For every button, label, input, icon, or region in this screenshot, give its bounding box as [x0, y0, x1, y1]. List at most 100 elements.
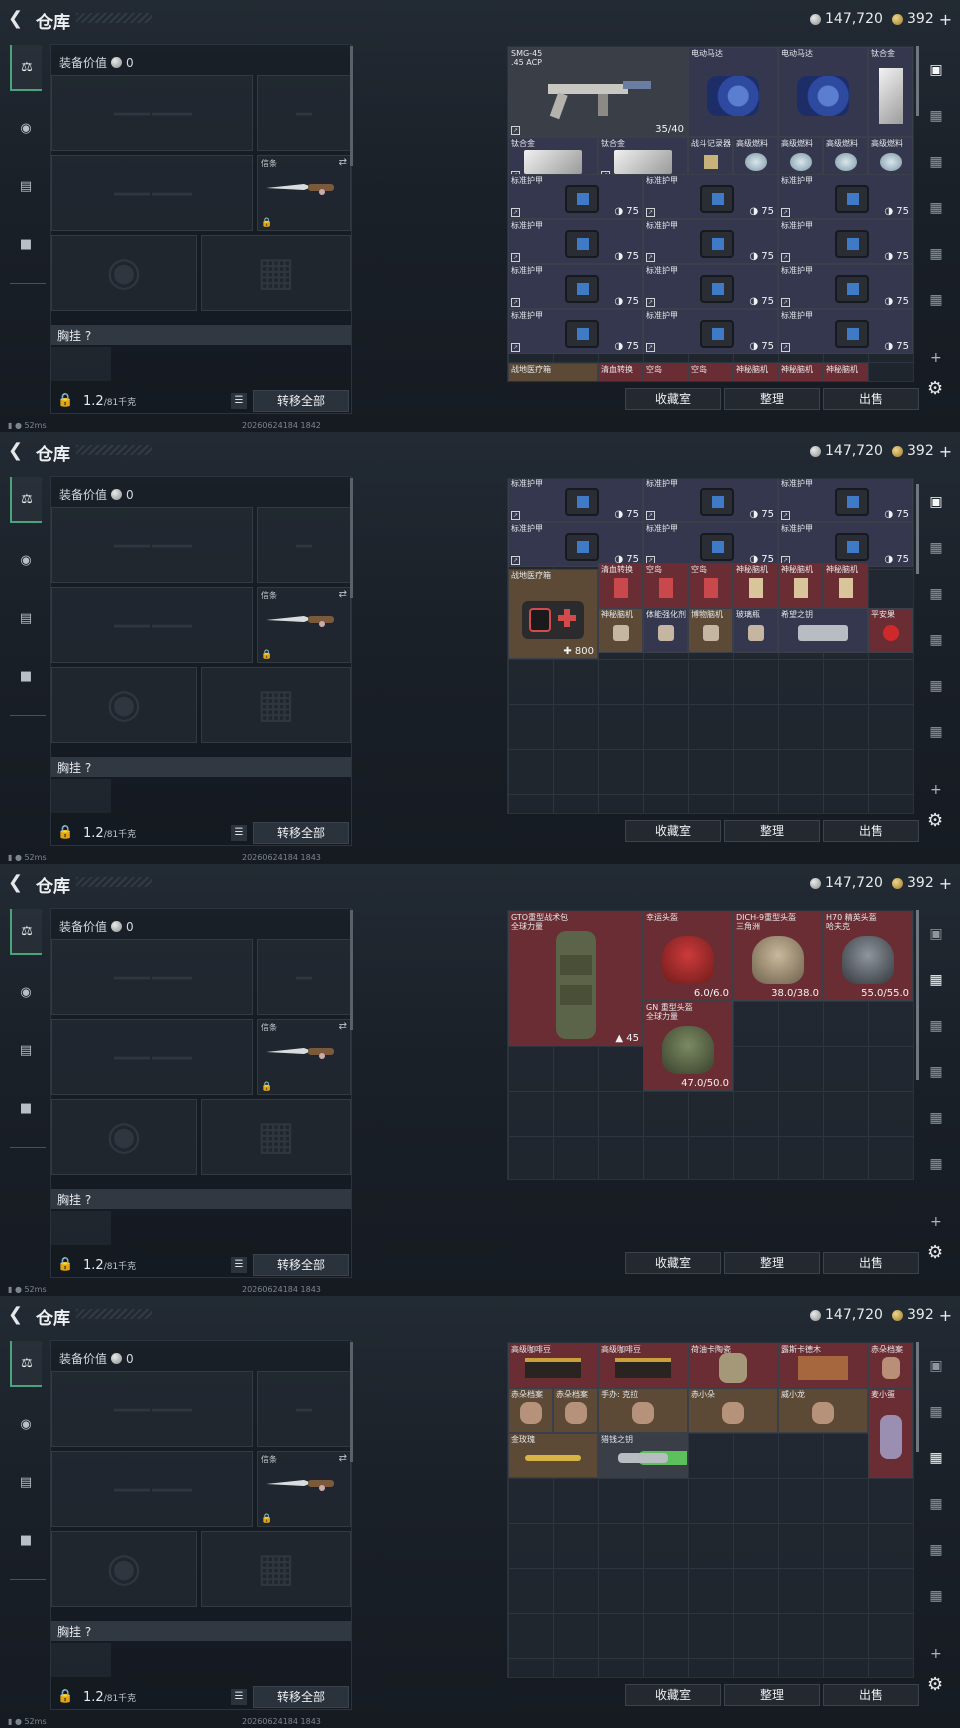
back-arrow-icon[interactable]: ❮ — [8, 873, 28, 893]
back-arrow-icon[interactable]: ❮ — [8, 9, 28, 29]
clipboard-icon[interactable]: ▤ — [10, 1459, 42, 1505]
stash-item-rose[interactable]: 金玫瑰 — [508, 1433, 598, 1478]
pistol-slot[interactable]: – — [257, 507, 351, 583]
stash-item-helmet[interactable]: H70 精英头盔 哈夫克 55.0/55.0 — [823, 911, 913, 1001]
stash-item-armor[interactable]: 标准护甲 ◑ 75 ↗ — [778, 522, 913, 567]
clipboard-icon[interactable]: ▤ — [10, 1027, 42, 1073]
chest-rig-header[interactable]: 胸挂 ? — [51, 1621, 351, 1641]
stash-item-armor[interactable]: 标准护甲 ◑ 75 ↗ — [508, 174, 643, 219]
sell-button[interactable]: 出售 — [823, 1252, 919, 1274]
stash-scrollbar[interactable] — [916, 484, 919, 574]
stash-item-helmet[interactable]: GN 重型头盔 全球力量 47.0/50.0 — [643, 1001, 733, 1091]
stash-item-consumable[interactable]: 空岛 — [688, 563, 733, 608]
chest-rig-slot[interactable] — [51, 1211, 111, 1245]
stash-main-icon[interactable]: ▣ — [922, 1346, 950, 1386]
stash-item-consumable[interactable]: 空岛 — [688, 363, 733, 381]
loadout-scrollbar[interactable] — [350, 478, 353, 598]
stash-item-backpack[interactable]: GTO重型战术包 全球力量 ▲ 45 — [508, 911, 643, 1046]
sort-button[interactable]: 整理 — [724, 1252, 820, 1274]
stash-item-coffee[interactable]: 高级咖啡豆 — [508, 1343, 598, 1388]
stash-page-icon[interactable]: ▦ — [922, 620, 950, 660]
stash-page-icon[interactable]: ▦ — [922, 1098, 950, 1138]
stash-item-armor[interactable]: 标准护甲 ◑ 75 ↗ — [508, 479, 643, 522]
gold-balance[interactable]: 392 + — [892, 1306, 952, 1325]
helmet-icon[interactable]: ◉ — [10, 969, 42, 1015]
stash-item-consumable[interactable]: 清血转换 — [598, 363, 643, 381]
helmet-slot[interactable]: ◉ — [51, 235, 197, 311]
stash-item-armor[interactable]: 标准护甲 ◑ 75 ↗ — [778, 309, 913, 354]
knife-slot[interactable]: 信条 ⇄ 🔒 — [257, 1019, 351, 1095]
list-icon[interactable]: ☰ — [231, 393, 247, 409]
stash-page-icon[interactable]: ▦ — [922, 1052, 950, 1092]
helmet-slot[interactable]: ◉ — [51, 1531, 197, 1607]
stash-item-collectible[interactable]: 赤小朵 — [688, 1388, 778, 1433]
stash-page-icon[interactable]: ▦ — [922, 1576, 950, 1616]
stash-item-armor[interactable]: 标准护甲 ◑ 75 ↗ — [508, 264, 643, 309]
stash-item-armor[interactable]: 标准护甲 ◑ 75 ↗ — [778, 264, 913, 309]
settings-gear-icon[interactable]: ⚙ — [927, 378, 943, 399]
pistol-icon[interactable]: ⚖ — [10, 909, 42, 955]
armor-slot[interactable]: ▦ — [201, 667, 351, 743]
stash-item-armor[interactable]: 标准护甲 ◑ 75 ↗ — [778, 219, 913, 264]
pistol-icon[interactable]: ⚖ — [10, 477, 42, 523]
knife-slot[interactable]: 信条 ⇄ 🔒 — [257, 587, 351, 663]
stash-item-collectible[interactable]: 威小龙 — [778, 1388, 868, 1433]
stash-item-consumable[interactable]: 空岛 — [643, 363, 688, 381]
stash-scrollbar[interactable] — [916, 46, 919, 116]
transfer-all-button[interactable]: 转移全部 — [253, 822, 349, 844]
stash-scrollbar[interactable] — [916, 910, 919, 1080]
stash-item-consumable[interactable]: 希望之钥 — [778, 608, 868, 653]
loadout-scrollbar[interactable] — [350, 1342, 353, 1462]
helmet-icon[interactable]: ◉ — [10, 1401, 42, 1447]
stash-page-icon[interactable]: ▦ — [922, 1438, 950, 1478]
stash-item-consumable[interactable]: 神秘脑机 — [733, 363, 778, 381]
stash-item-armor[interactable]: 标准护甲 ◑ 75 ↗ — [643, 479, 778, 522]
stash-item-consumable[interactable]: 神秘脑机 — [598, 608, 643, 653]
stash-item-armor[interactable]: 标准护甲 ◑ 75 ↗ — [778, 174, 913, 219]
stash-item-consumable[interactable]: 神秘脑机 — [778, 363, 823, 381]
stash-item-helmet[interactable]: 幸运头盔 6.0/6.0 — [643, 911, 733, 1001]
secondary-weapon-slot[interactable]: —― — [51, 587, 253, 663]
chest-rig-slot[interactable] — [51, 347, 111, 381]
stash-main-icon[interactable]: ▣ — [922, 482, 950, 522]
briefcase-icon[interactable]: ■ — [10, 221, 42, 267]
sort-button[interactable]: 整理 — [724, 1684, 820, 1706]
helmet-icon[interactable]: ◉ — [10, 537, 42, 583]
stash-grid[interactable]: 标准护甲 ◑ 75 ↗ 标准护甲 ◑ 75 ↗ 标准护甲 ◑ 75 ↗ 标准护甲 ◑ 75 ↗ 标准护甲… — [507, 478, 914, 814]
transfer-all-button[interactable]: 转移全部 — [253, 1686, 349, 1708]
loadout-scrollbar[interactable] — [350, 910, 353, 1030]
stash-page-icon[interactable]: ▦ — [922, 528, 950, 568]
primary-weapon-slot[interactable]: —― — [51, 1371, 253, 1447]
collection-button[interactable]: 收藏室 — [625, 1684, 721, 1706]
back-arrow-icon[interactable]: ❮ — [8, 1305, 28, 1325]
pistol-icon[interactable]: ⚖ — [10, 45, 42, 91]
swap-icon[interactable]: ⇄ — [339, 1453, 347, 1464]
swap-icon[interactable]: ⇄ — [339, 589, 347, 600]
stash-item-file[interactable]: 赤朵档案 — [868, 1343, 913, 1388]
briefcase-icon[interactable]: ■ — [10, 1517, 42, 1563]
stash-item-consumable[interactable]: 神秘脑机 — [823, 363, 868, 381]
primary-weapon-slot[interactable]: —― — [51, 507, 253, 583]
stash-item-armor[interactable]: 标准护甲 ◑ 75 ↗ — [643, 264, 778, 309]
stash-item-collectible[interactable]: 手办: 克拉 — [598, 1388, 688, 1433]
sort-button[interactable]: 整理 — [724, 388, 820, 410]
gold-balance[interactable]: 392 + — [892, 10, 952, 29]
stash-page-icon[interactable]: ▦ — [922, 1530, 950, 1570]
stash-grid[interactable]: GTO重型战术包 全球力量 ▲ 45 幸运头盔 6.0/6.0 DICH-9重型… — [507, 910, 914, 1180]
stash-page-icon[interactable]: ▦ — [922, 280, 950, 320]
stash-item-smg[interactable]: SMG-45 .45 ACP 35/40 ↗ — [508, 47, 688, 137]
pistol-slot[interactable]: – — [257, 1371, 351, 1447]
settings-gear-icon[interactable]: ⚙ — [927, 1674, 943, 1695]
plus-icon[interactable]: + — [930, 1646, 942, 1662]
stash-item-armor[interactable]: 标准护甲 ◑ 75 ↗ — [643, 219, 778, 264]
stash-grid[interactable]: 高级咖啡豆 高级咖啡豆 荷油卡陶瓷 露斯卡德木 赤朵档案 赤朵档案 赤朵档案 手办:… — [507, 1342, 914, 1678]
stash-page-icon[interactable]: ▦ — [922, 234, 950, 274]
primary-weapon-slot[interactable]: —― — [51, 939, 253, 1015]
stash-item-armor[interactable]: 标准护甲 ◑ 75 ↗ — [643, 309, 778, 354]
list-icon[interactable]: ☰ — [231, 1257, 247, 1273]
list-icon[interactable]: ☰ — [231, 825, 247, 841]
briefcase-icon[interactable]: ■ — [10, 653, 42, 699]
stash-item-consumable[interactable]: 博物脑机 — [688, 608, 733, 653]
stash-page-icon[interactable]: ▦ — [922, 574, 950, 614]
pistol-slot[interactable]: – — [257, 75, 351, 151]
